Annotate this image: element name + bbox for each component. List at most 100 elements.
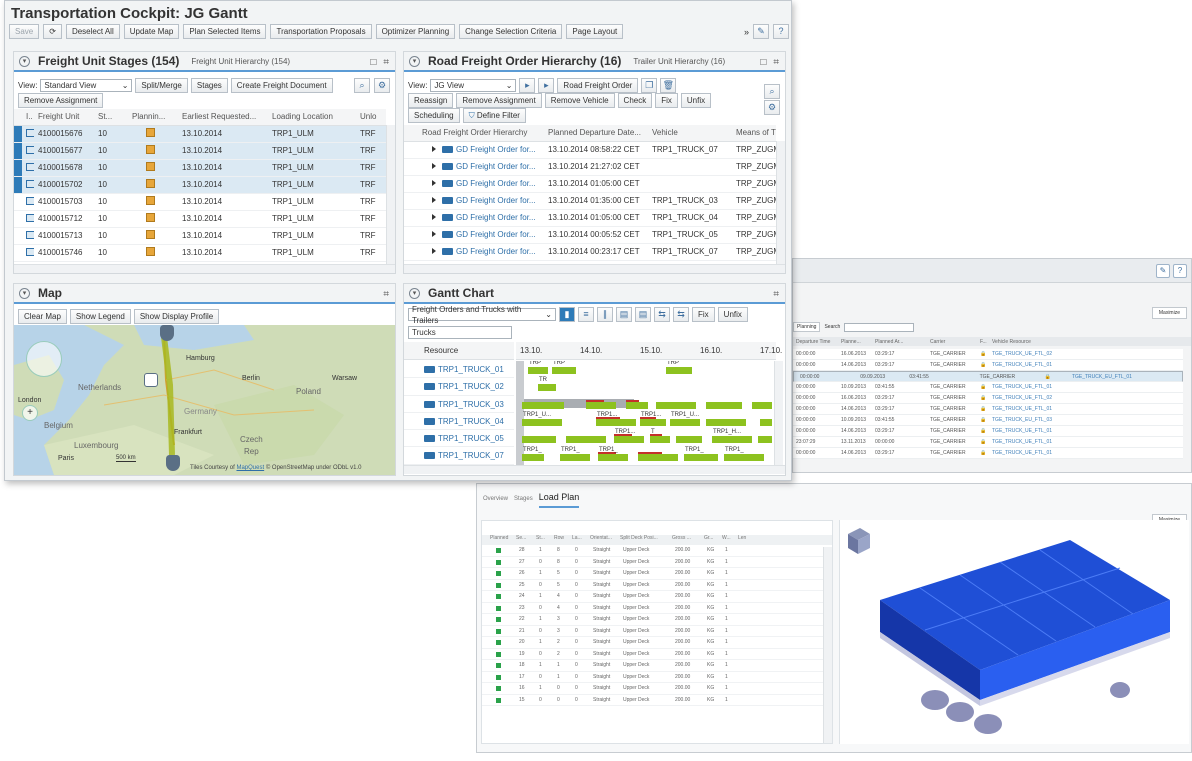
fo-horizontal-scrollbar[interactable] [404, 264, 785, 273]
vehicle-resource-link[interactable]: TGE_TRUCK_EU_FTL_03 [989, 415, 1099, 425]
refresh-button[interactable]: ⟳ [43, 24, 62, 39]
row-selector[interactable] [14, 210, 22, 228]
table-row[interactable]: 4100015677 10 13.10.2014 TRP1_ULM TRF [14, 142, 386, 160]
unfix-button[interactable]: Unfix [680, 93, 712, 108]
plan-selected-button[interactable]: Plan Selected Items [183, 24, 267, 39]
delete-icon[interactable]: 🗑 [660, 78, 677, 93]
tab-overview[interactable]: Overview [483, 496, 508, 508]
gantt-bar[interactable] [684, 453, 718, 461]
search-icon[interactable]: ⌕ [354, 78, 370, 93]
bg-maximize-button[interactable]: Maximize [1151, 307, 1187, 319]
table-row[interactable]: 4100015712 10 13.10.2014 TRP1_ULM TRF [14, 210, 386, 228]
table-row[interactable]: 4100015703 10 13.10.2014 TRP1_ULM TRF [14, 193, 386, 211]
collapse-icon[interactable]: ▾ [409, 55, 420, 67]
bg-planning-tab[interactable]: Planning [793, 322, 821, 332]
copy-icon[interactable]: ❐ [641, 78, 658, 93]
vehicle-resource-link[interactable]: TGE_TRUCK_UE_FTL_01 [989, 426, 1099, 436]
gantt-bar[interactable] [760, 418, 772, 426]
gantt-bar[interactable] [670, 418, 700, 426]
gantt-bar[interactable] [522, 436, 556, 444]
freight-unit-link[interactable]: 4100015677 [34, 142, 94, 160]
gantt-bar[interactable] [560, 453, 590, 461]
table-row[interactable]: 00:00:00 10.09.2013 03:41:55 TGE_CARRIER 🔒 TG… [793, 382, 1183, 393]
fo-name-cell[interactable]: GD Freight Order for... [404, 243, 544, 261]
scheduling-button[interactable]: Scheduling [408, 108, 460, 123]
table-row[interactable]: 20 1 2 0 Straight Upper Deck 200.00 KG 1 [482, 637, 832, 649]
table-row[interactable]: 00:00:00 14.06.2013 03:29:17 TGE_CARRIER 🔒 TG… [793, 426, 1183, 437]
vehicle-resource-link[interactable]: TGE_TRUCK_UE_FTL_01 [989, 437, 1099, 447]
table-row[interactable]: GD Freight Order for... 13.10.2014 08:58:… [404, 141, 776, 159]
freight-unit-link[interactable]: 4100015676 [34, 125, 94, 143]
gantt-vertical-scrollbar[interactable] [774, 361, 783, 465]
table-row[interactable]: 4100015702 10 13.10.2014 TRP1_ULM TRF [14, 176, 386, 194]
freight-unit-link[interactable]: 4100015703 [34, 193, 94, 211]
assign-icon[interactable]: ⇆ [654, 307, 670, 322]
settings-icon[interactable]: ⚙ [374, 78, 390, 93]
gantt-bar[interactable] [706, 401, 742, 409]
remove-vehicle-button[interactable]: Remove Vehicle [544, 93, 615, 108]
table-row[interactable]: 26 1 5 0 Straight Upper Deck 200.00 KG 1 [482, 568, 832, 580]
update-map-button[interactable]: Update Map [123, 24, 180, 39]
fo-remove-assignment-button[interactable]: Remove Assignment [456, 93, 542, 108]
gantt-bar[interactable] [638, 453, 678, 461]
zoom-in-icon[interactable]: + [22, 405, 38, 421]
gantt-fix-button[interactable]: Fix [692, 307, 715, 322]
gantt-bar[interactable] [626, 401, 648, 409]
tab-stages[interactable]: Stages [514, 496, 533, 508]
search-icon[interactable]: ⌕ [764, 84, 780, 99]
table-row[interactable]: 28 1 8 0 Straight Upper Deck 200.00 KG 1 [482, 545, 832, 557]
gantt-bar[interactable] [752, 401, 772, 409]
table-row[interactable]: 19 0 2 0 Straight Upper Deck 200.00 KG 1 [482, 649, 832, 660]
row-selector[interactable] [14, 193, 22, 211]
fo-name-cell[interactable]: GD Freight Order for... [404, 209, 544, 227]
maximize-icon[interactable]: ⌗ [383, 289, 389, 300]
window-icon[interactable]: □ [760, 57, 766, 68]
table-row[interactable]: 25 0 5 0 Straight Upper Deck 200.00 KG 1 [482, 580, 832, 591]
gantt-unfix-button[interactable]: Unfix [717, 307, 748, 322]
gantt-bar[interactable] [596, 418, 636, 426]
freight-unit-link[interactable]: 4100015702 [34, 176, 94, 194]
page-layout-button[interactable]: Page Layout [566, 24, 624, 39]
gantt-bar[interactable] [640, 418, 666, 426]
help-icon[interactable]: ? [1173, 264, 1187, 278]
freight-order-link[interactable]: GD Freight Order for... [456, 179, 536, 188]
gantt-resource-header[interactable]: Resource [404, 342, 514, 360]
fu-col-freight-unit[interactable]: Freight Unit [34, 109, 94, 126]
maximize-icon[interactable]: ⌗ [773, 57, 779, 68]
table-row[interactable]: 23:07:29 13.11.2013 00:00:00 TGE_CARRIER 🔒 TG… [793, 437, 1183, 448]
fu-col-earliest[interactable]: Earliest Requested... [178, 109, 268, 126]
gantt-bar[interactable] [566, 436, 606, 444]
clear-map-button[interactable]: Clear Map [18, 309, 67, 324]
lp-vertical-scrollbar[interactable] [823, 547, 832, 743]
vehicle-resource-link[interactable]: TGE_TRUCK_UE_FTL_01 [989, 360, 1099, 370]
more-icon[interactable]: » [744, 27, 749, 37]
expand-icon[interactable] [432, 163, 436, 169]
table-row[interactable]: 00:00:00 14.06.2013 03:29:17 TGE_CARRIER 🔒 TG… [793, 404, 1183, 415]
optimizer-planning-button[interactable]: Optimizer Planning [375, 24, 456, 39]
row-selector[interactable] [14, 244, 22, 262]
fix-button[interactable]: Fix [655, 93, 678, 108]
gantt-bar[interactable] [528, 367, 548, 374]
map-pan-control[interactable] [26, 341, 62, 377]
table-row[interactable]: 22 1 3 0 Straight Upper Deck 200.00 KG 1 [482, 614, 832, 626]
collapse-icon[interactable]: ▾ [19, 55, 30, 67]
show-legend-button[interactable]: Show Legend [69, 309, 131, 324]
table-row[interactable]: 27 0 8 0 Straight Upper Deck 200.00 KG 1 [482, 557, 832, 568]
gantt-resource-row[interactable]: TRP1_TRUCK_04 [404, 413, 514, 431]
expand-icon[interactable]: ▸ [519, 78, 536, 93]
gantt-bar[interactable] [676, 436, 702, 444]
vehicle-resource-link[interactable]: TGE_TRUCK_UE_FTL_02 [989, 393, 1099, 403]
collapse-all-icon[interactable]: ▸ [538, 78, 555, 93]
load-plan-3d-view[interactable] [839, 520, 1189, 744]
table-row[interactable]: 16 1 0 0 Straight Upper Deck 200.00 KG 1 [482, 683, 832, 695]
collapse-icon[interactable]: ▾ [19, 287, 30, 299]
table-row[interactable]: GD Freight Order for... 13.10.2014 21:27:… [404, 158, 776, 176]
tab-load-plan[interactable]: Load Plan [538, 492, 580, 508]
help-icon[interactable]: ? [773, 24, 789, 39]
row-selector[interactable] [14, 125, 22, 143]
table-row[interactable]: 00:00:00 16.06.2013 03:29:17 TGE_CARRIER 🔒 TG… [793, 349, 1183, 360]
table-row[interactable]: GD Freight Order for... 13.10.2014 00:05:… [404, 226, 776, 244]
reassign-button[interactable]: Reassign [408, 93, 454, 108]
table-row[interactable]: 00:00:00 10.09.2013 03:41:55 TGE_CARRIER 🔒 TG… [793, 415, 1183, 426]
gantt-horizontal-scrollbar[interactable] [404, 465, 785, 474]
